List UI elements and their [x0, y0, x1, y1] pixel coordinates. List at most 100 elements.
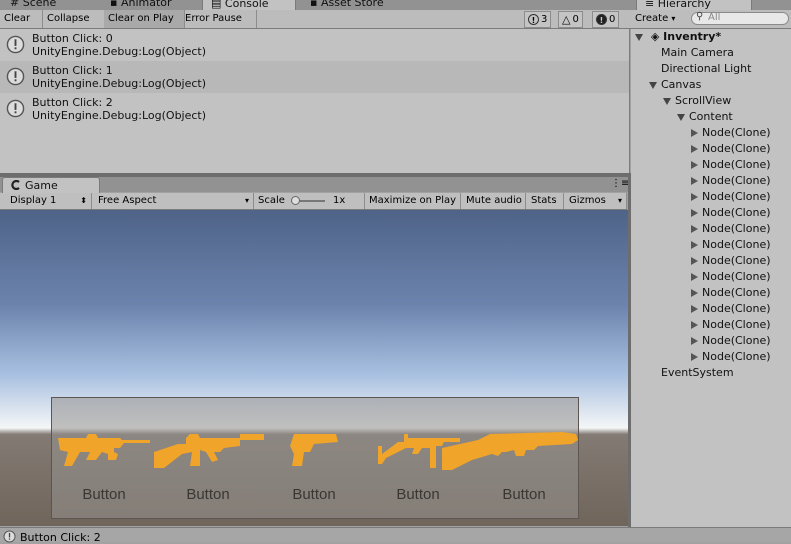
tab-hierarchy-label: Hierarchy	[657, 0, 711, 10]
collapsed-arrow-icon[interactable]	[691, 353, 698, 361]
scale-slider-thumb[interactable]	[291, 196, 300, 205]
hierarchy-item-node[interactable]: Node(Clone)	[691, 253, 771, 269]
collapsed-arrow-icon[interactable]	[691, 129, 698, 137]
info-icon	[3, 530, 16, 543]
hierarchy-item-node[interactable]: Node(Clone)	[691, 221, 771, 237]
hierarchy-item-node[interactable]: Node(Clone)	[691, 173, 771, 189]
create-dropdown[interactable]: Create ▾	[635, 10, 675, 28]
tab-console[interactable]: ▤ Console	[202, 0, 296, 10]
gizmos-dropdown[interactable]: Gizmos ▾	[565, 193, 627, 209]
hierarchy-item-node[interactable]: Node(Clone)	[691, 349, 771, 365]
hierarchy-item-label: Node(Clone)	[702, 174, 771, 187]
inventory-button[interactable]: Button	[154, 430, 266, 503]
gizmos-label: Gizmos	[569, 195, 606, 206]
hierarchy-item-label: Node(Clone)	[702, 286, 771, 299]
hierarchy-item-label: Node(Clone)	[702, 254, 771, 267]
expand-arrow-icon[interactable]	[635, 33, 643, 41]
inventory-button[interactable]: Button	[58, 430, 152, 503]
collapsed-arrow-icon[interactable]	[691, 305, 698, 313]
errors-count: 0	[609, 14, 616, 25]
collapsed-arrow-icon[interactable]	[691, 273, 698, 281]
hierarchy-item-node[interactable]: Node(Clone)	[691, 333, 771, 349]
collapsed-arrow-icon[interactable]	[691, 193, 698, 201]
collapsed-arrow-icon[interactable]	[691, 337, 698, 345]
tab-asset-store-label: Asset Store	[320, 0, 384, 9]
collapsed-arrow-icon[interactable]	[691, 177, 698, 185]
tab-scene[interactable]: # Scene	[10, 0, 56, 10]
stats-button[interactable]: Stats	[527, 193, 564, 209]
hierarchy-item-label: Node(Clone)	[702, 318, 771, 331]
hierarchy-item-node[interactable]: Node(Clone)	[691, 189, 771, 205]
create-label: Create	[635, 13, 669, 24]
hierarchy-item-node[interactable]: Node(Clone)	[691, 269, 771, 285]
hierarchy-item-node[interactable]: Node(Clone)	[691, 317, 771, 333]
collapsed-arrow-icon[interactable]	[691, 257, 698, 265]
maximize-on-play-button[interactable]: Maximize on Play	[365, 193, 461, 209]
hierarchy-item-node[interactable]: Node(Clone)	[691, 285, 771, 301]
hierarchy-item-content[interactable]: Content	[677, 109, 733, 125]
hierarchy-item-main-camera[interactable]: Main Camera	[661, 45, 734, 61]
status-bar[interactable]: Button Click: 2	[0, 527, 791, 544]
console-icon: ▤	[211, 0, 222, 10]
log-stacktrace: UnityEngine.Debug:Log(Object)	[32, 45, 207, 58]
unity-scene-icon: ◈	[650, 30, 660, 43]
mute-audio-button[interactable]: Mute audio	[462, 193, 526, 209]
hierarchy-item-node[interactable]: Node(Clone)	[691, 237, 771, 253]
collapsed-arrow-icon[interactable]	[691, 241, 698, 249]
pistol-icon	[290, 434, 338, 466]
error-pause-button[interactable]: Error Pause	[181, 10, 257, 28]
hierarchy-item-canvas[interactable]: Canvas	[649, 77, 701, 93]
hierarchy-item-eventsystem[interactable]: EventSystem	[661, 365, 734, 381]
collapsed-arrow-icon[interactable]	[691, 161, 698, 169]
expand-arrow-icon[interactable]	[649, 81, 657, 89]
tab-asset-store[interactable]: ▪ Asset Store	[310, 0, 384, 10]
collapse-button[interactable]: Collapse	[43, 10, 105, 28]
log-entry[interactable]: Button Click: 0 UnityEngine.Debug:Log(Ob…	[0, 29, 629, 61]
expand-arrow-icon[interactable]	[677, 113, 685, 121]
game-icon	[11, 180, 20, 190]
inventory-button[interactable]: Button	[290, 430, 340, 503]
tab-animator[interactable]: ▪ Animator	[110, 0, 172, 10]
collapsed-arrow-icon[interactable]	[691, 321, 698, 329]
errors-filter-toggle[interactable]: ! 0	[592, 11, 620, 28]
tab-console-label: Console	[224, 0, 269, 10]
hierarchy-item-node[interactable]: Node(Clone)	[691, 141, 771, 157]
status-message: Button Click: 2	[20, 531, 101, 544]
expand-arrow-icon[interactable]	[663, 97, 671, 105]
hierarchy-item-scrollview[interactable]: ScrollView	[663, 93, 731, 109]
hierarchy-item-node[interactable]: Node(Clone)	[691, 205, 771, 221]
button-label: Button	[82, 486, 126, 503]
hierarchy-item-node[interactable]: Node(Clone)	[691, 301, 771, 317]
scale-label: Scale	[258, 195, 285, 206]
collapsed-arrow-icon[interactable]	[691, 209, 698, 217]
log-entry[interactable]: Button Click: 1 UnityEngine.Debug:Log(Ob…	[0, 61, 629, 93]
tab-scene-label: Scene	[22, 0, 57, 9]
log-entry[interactable]: Button Click: 2 UnityEngine.Debug:Log(Ob…	[0, 93, 629, 125]
game-toolbar: Display 1 ⬍ Free Aspect ▾ Scale 1x Maxim…	[0, 193, 627, 210]
inventory-button[interactable]: Button	[442, 430, 578, 503]
collapsed-arrow-icon[interactable]	[691, 225, 698, 233]
tommy-gun-icon	[154, 434, 264, 468]
aspect-dropdown[interactable]: Free Aspect ▾	[94, 193, 254, 209]
hierarchy-search-input[interactable]: ⚲ All	[691, 11, 789, 25]
tab-hierarchy[interactable]: ≡ Hierarchy	[636, 0, 752, 10]
display-dropdown[interactable]: Display 1 ⬍	[6, 193, 92, 209]
messages-filter-toggle[interactable]: ! 3	[524, 11, 552, 28]
scene-root[interactable]: ◈ Inventry*	[635, 29, 721, 45]
messages-count: 3	[541, 14, 548, 25]
button-label: Button	[292, 486, 336, 503]
tab-game[interactable]: Game	[2, 177, 100, 194]
clear-on-play-button[interactable]: Clear on Play	[104, 10, 185, 28]
hierarchy-item-node[interactable]: Node(Clone)	[691, 157, 771, 173]
assault-rifle-icon	[58, 434, 150, 466]
hierarchy-item-directional-light[interactable]: Directional Light	[661, 61, 751, 77]
warnings-filter-toggle[interactable]: △ 0	[558, 11, 583, 28]
panel-menu-icon[interactable]: ⋮≡	[611, 178, 629, 189]
hierarchy-item-node[interactable]: Node(Clone)	[691, 125, 771, 141]
clear-button[interactable]: Clear	[0, 10, 43, 28]
scroll-view-panel[interactable]: Button Button Button Button Button	[51, 397, 579, 519]
tab-animator-label: Animator	[120, 0, 172, 9]
console-log-list[interactable]: Button Click: 0 UnityEngine.Debug:Log(Ob…	[0, 29, 630, 173]
collapsed-arrow-icon[interactable]	[691, 289, 698, 297]
collapsed-arrow-icon[interactable]	[691, 145, 698, 153]
